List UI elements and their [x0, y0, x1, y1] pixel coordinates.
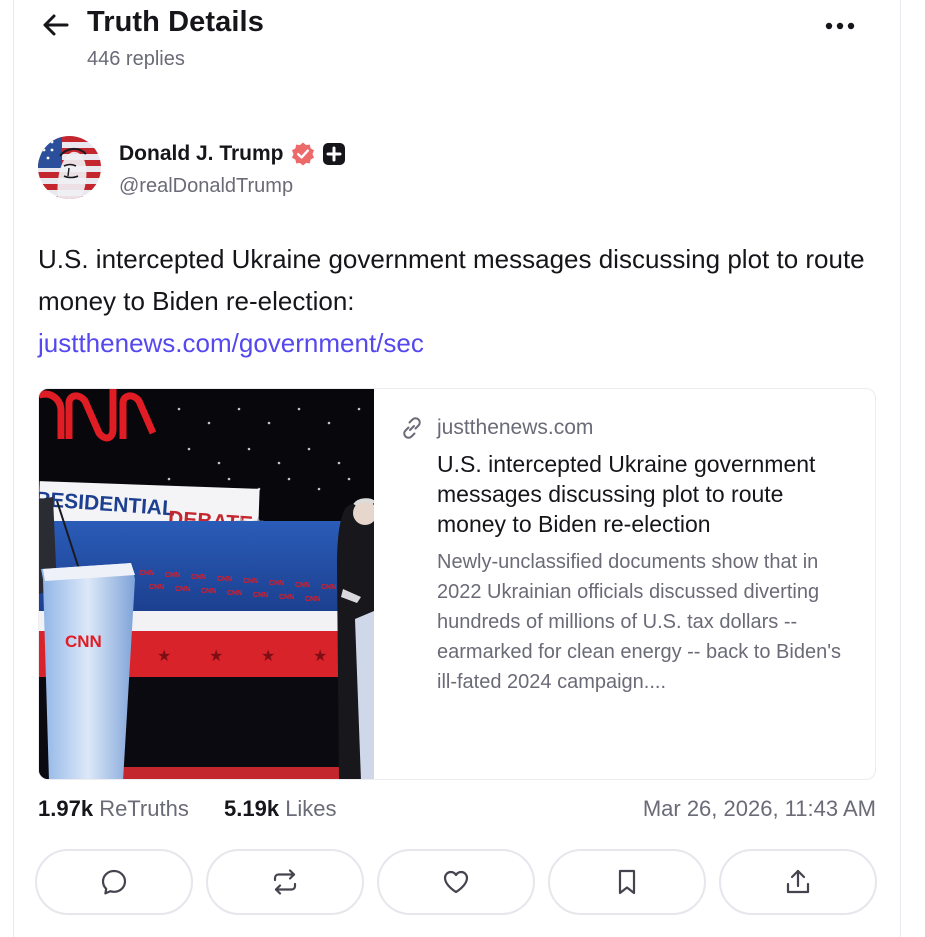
reply-count: 446 replies [87, 48, 185, 70]
page-header: Truth Details 446 replies [0, 0, 925, 90]
bookmark-icon [618, 869, 636, 895]
svg-text:CNN: CNN [175, 586, 190, 593]
svg-text:CNN: CNN [253, 592, 268, 599]
avatar[interactable] [38, 136, 101, 199]
svg-text:CNN: CNN [295, 582, 310, 589]
card-description: Newly-unclassified documents show that i… [437, 551, 842, 693]
svg-text:CNN: CNN [165, 572, 180, 579]
page-title: Truth Details [87, 6, 264, 38]
svg-text:CNN: CNN [191, 574, 206, 581]
svg-text:CNN: CNN [305, 596, 320, 603]
avatar-flag-portrait-image [38, 136, 101, 199]
retruths-stat[interactable]: 1.97k ReTruths [38, 796, 189, 822]
author-handle[interactable]: @realDonaldTrump [119, 175, 293, 198]
more-dots-icon [825, 22, 855, 30]
retruths-label: ReTruths [99, 796, 189, 821]
bookmark-button[interactable] [548, 849, 706, 915]
svg-text:★: ★ [157, 646, 171, 665]
arrow-left-icon [43, 14, 69, 36]
link-preview-card[interactable]: RESIDENTIAL DEBATE ★ ★ CNNCNNCNN CNNCNNC… [38, 388, 876, 780]
author-name-row: Donald J. Trump [119, 141, 346, 167]
svg-text:CNN: CNN [321, 584, 336, 591]
svg-text:CNN: CNN [243, 578, 258, 585]
post-body: U.S. intercepted Ukraine government mess… [38, 238, 878, 364]
post-actions-bar [35, 849, 880, 915]
likes-count: 5.19k [224, 796, 280, 821]
svg-text:★: ★ [261, 646, 275, 665]
svg-text:CNN: CNN [217, 576, 232, 583]
column-border-right [900, 0, 901, 937]
svg-text:CNN: CNN [227, 590, 242, 597]
column-border-left [13, 0, 14, 937]
retruths-count: 1.97k [38, 796, 94, 821]
likes-label: Likes [285, 796, 337, 821]
card-thumbnail: RESIDENTIAL DEBATE ★ ★ CNNCNNCNN CNNCNNC… [39, 389, 374, 779]
more-options-button[interactable] [818, 10, 862, 42]
author-name[interactable]: Donald J. Trump [119, 142, 284, 166]
svg-text:★: ★ [209, 646, 223, 665]
svg-text:CNN: CNN [279, 594, 294, 601]
svg-text:CNN: CNN [201, 588, 216, 595]
post-text: U.S. intercepted Ukraine government mess… [38, 244, 865, 316]
post-author: Donald J. Trump @realDonaldTrump [38, 136, 538, 202]
svg-text:CNN: CNN [269, 580, 284, 587]
retruth-button[interactable] [206, 849, 364, 915]
post-timestamp: Mar 26, 2026, 11:43 AM [642, 796, 876, 821]
link-icon [403, 417, 421, 439]
share-icon [786, 869, 810, 894]
heart-icon [443, 870, 469, 894]
share-button[interactable] [719, 849, 877, 915]
like-button[interactable] [377, 849, 535, 915]
card-body: justthenews.com U.S. intercepted Ukraine… [399, 413, 849, 697]
debate-stage-image: RESIDENTIAL DEBATE ★ ★ CNNCNNCNN CNNCNNC… [39, 389, 374, 779]
svg-text:★: ★ [313, 646, 327, 665]
svg-text:CNN: CNN [65, 632, 102, 651]
reply-icon [101, 869, 127, 895]
svg-text:CNN: CNN [149, 584, 164, 591]
post-stats: 1.97k ReTruths 5.19k Likes Mar 26, 2026,… [38, 796, 876, 824]
back-button[interactable] [40, 10, 70, 40]
svg-text:CNN: CNN [139, 570, 154, 577]
card-domain: justthenews.com [437, 416, 594, 439]
verified-badge-icon [291, 142, 314, 166]
post-link[interactable]: justthenews.com/government/sec [38, 322, 878, 364]
card-title: U.S. intercepted Ukraine government mess… [437, 451, 816, 537]
likes-stat[interactable]: 5.19k Likes [224, 796, 337, 822]
plus-badge-icon [322, 143, 345, 165]
card-domain-row: justthenews.com [399, 413, 849, 443]
retruth-icon [273, 869, 297, 895]
reply-button[interactable] [35, 849, 193, 915]
